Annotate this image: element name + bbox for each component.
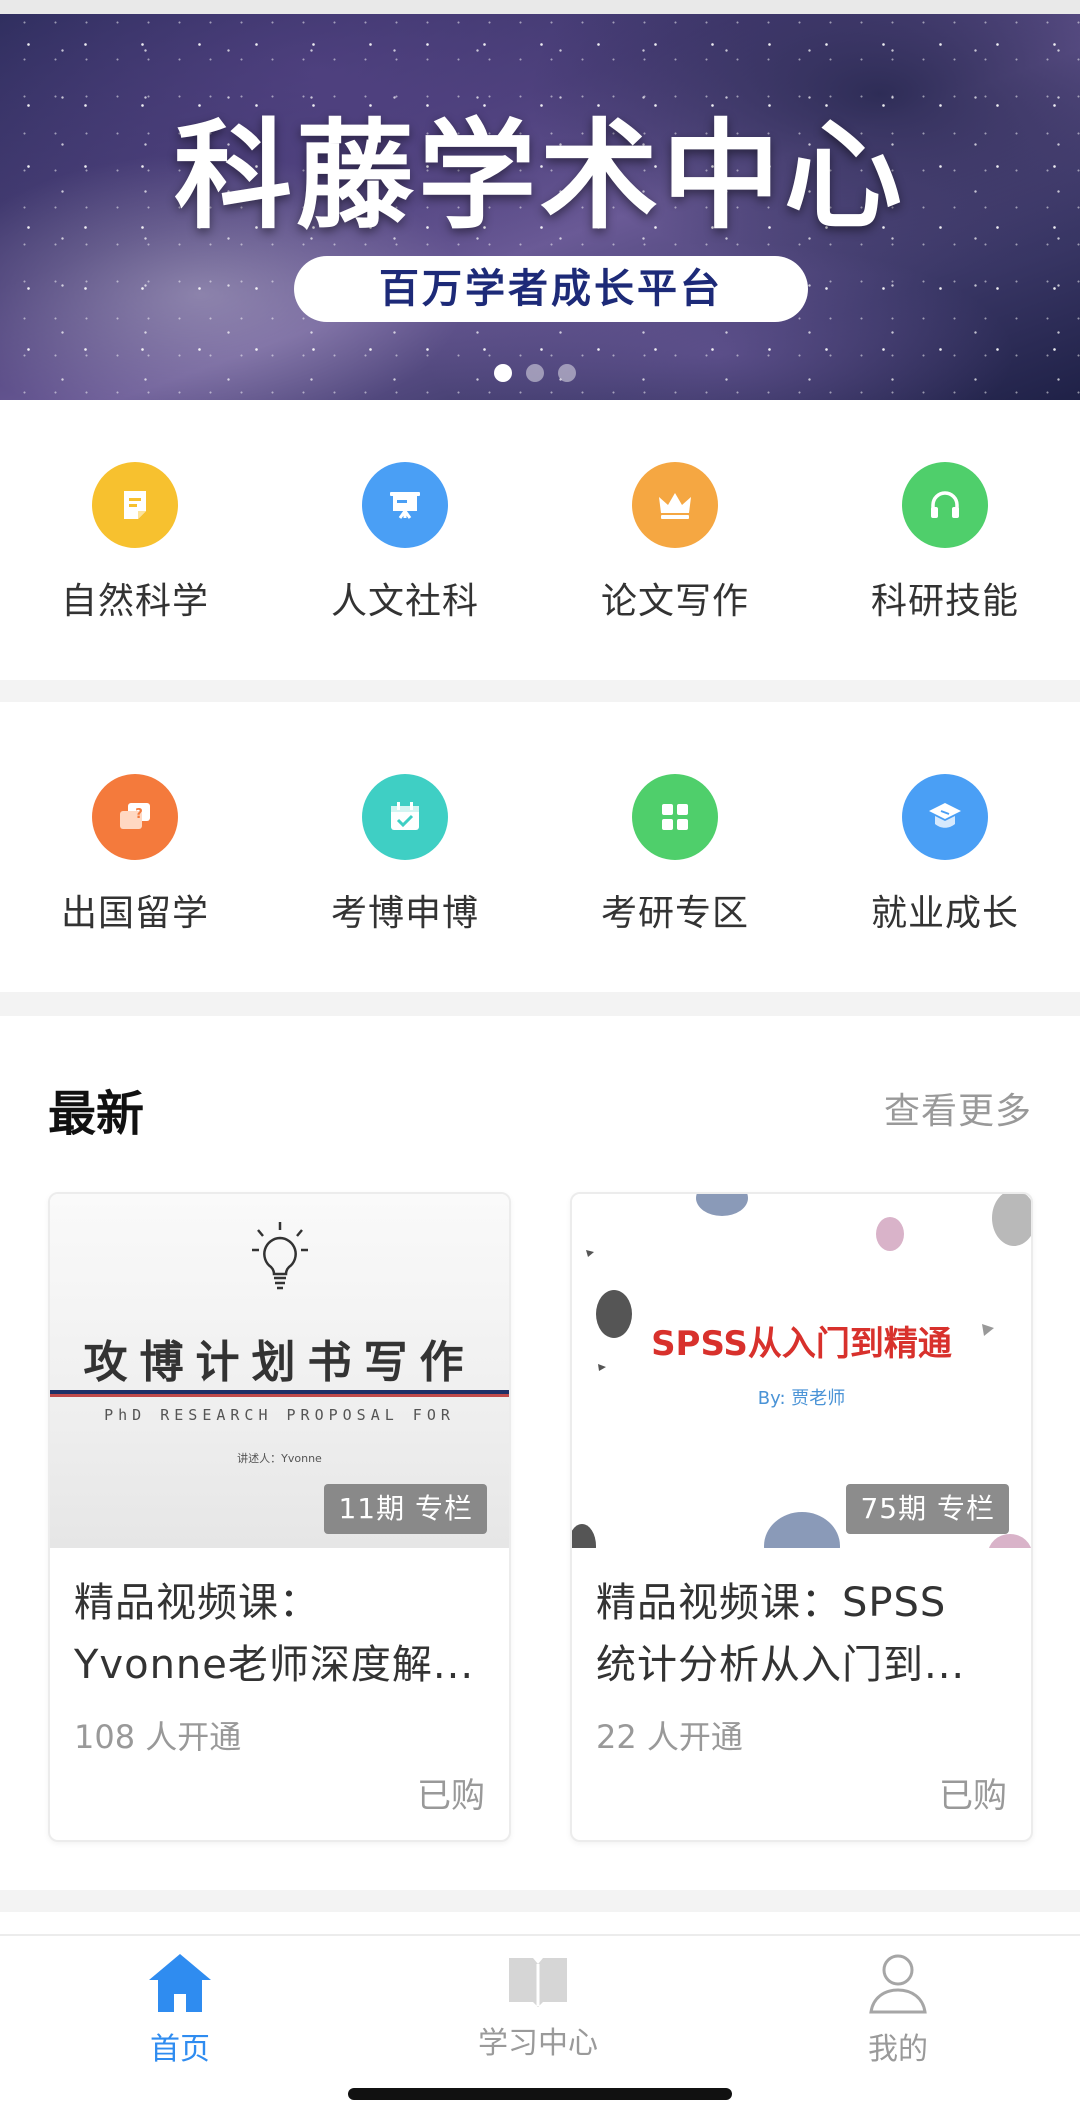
carousel-dot-1[interactable]	[494, 364, 512, 382]
tab-learning-center[interactable]: 学习中心	[438, 1950, 638, 2062]
home-indicator[interactable]	[348, 2088, 732, 2100]
category-study-abroad[interactable]: ? 出国留学	[0, 774, 270, 936]
user-icon	[869, 1954, 927, 2014]
section-divider	[0, 1890, 1080, 1912]
episode-badge: 11期 专栏	[324, 1484, 487, 1534]
headphones-icon	[902, 462, 988, 548]
purchase-status: 已购	[417, 1776, 485, 1816]
svg-text:?: ?	[135, 807, 143, 822]
course-title-line: 精品视频课：SPSS	[596, 1580, 947, 1626]
tab-home[interactable]: 首页	[80, 1950, 280, 2068]
cover-divider-accent	[50, 1394, 509, 1397]
category-research-skills[interactable]: 科研技能	[810, 462, 1080, 624]
category-natural-science[interactable]: 自然科学	[0, 462, 270, 624]
cover-title: 攻博计划书写作	[83, 1337, 476, 1388]
section-divider	[0, 680, 1080, 702]
section-divider	[0, 992, 1080, 1016]
category-label: 科研技能	[870, 581, 1019, 622]
tab-label: 学习中心	[478, 2026, 598, 2061]
crown-icon	[632, 462, 718, 548]
category-career-growth[interactable]: 就业成长	[810, 774, 1080, 936]
course-title-line: 精品视频课：	[74, 1580, 320, 1626]
course-cover-image: 攻博计划书写作 PhD RESEARCH PROPOSAL FOR 讲述人：Yv…	[50, 1194, 509, 1548]
view-more-link[interactable]: 查看更多	[884, 1082, 1032, 1134]
section-title: 最新	[48, 1086, 145, 1142]
category-label: 考研专区	[600, 893, 749, 934]
course-cover-image: SPSS从入门到精通 By: 贾老师 75期 专栏	[572, 1194, 1031, 1548]
purchase-status: 已购	[939, 1776, 1007, 1816]
category-label: 人文社科	[330, 581, 479, 622]
category-postgrad-exam[interactable]: 考研专区	[540, 774, 810, 936]
category-label: 出国留学	[60, 893, 209, 934]
subscriber-count: 22 人开通	[596, 1718, 743, 1756]
course-title-line: Yvonne老师深度解...	[74, 1642, 475, 1688]
carousel-indicator	[494, 364, 576, 384]
category-label: 就业成长	[870, 893, 1019, 934]
carousel-dot-2[interactable]	[526, 364, 544, 382]
grid-icon	[632, 774, 718, 860]
home-icon	[149, 1954, 211, 2012]
course-card[interactable]: SPSS从入门到精通 By: 贾老师 75期 专栏 精品视频课：SPSS 统计分…	[570, 1192, 1033, 1842]
category-humanities[interactable]: 人文社科	[270, 462, 540, 624]
course-title: 精品视频课： Yvonne老师深度解...	[74, 1572, 494, 1696]
cover-author: 讲述人：Yvonne	[237, 1452, 322, 1465]
cover-author: By: 贾老师	[757, 1388, 846, 1409]
category-section-1: 自然科学 人文社科 论文写作 科研技能	[0, 400, 1080, 680]
subscriber-count: 108 人开通	[74, 1718, 242, 1756]
cover-title: SPSS从入门到精通	[651, 1324, 952, 1364]
calendar-check-icon	[362, 774, 448, 860]
category-section-2: ? 出国留学 考博申博 考研专区 就业成长	[0, 702, 1080, 992]
latest-section-header: 最新 查看更多	[0, 1040, 1080, 1150]
question-chat-icon: ?	[92, 774, 178, 860]
course-card[interactable]: 攻博计划书写作 PhD RESEARCH PROPOSAL FOR 讲述人：Yv…	[48, 1192, 511, 1842]
book-icon	[509, 1958, 567, 2007]
tab-profile[interactable]: 我的	[798, 1950, 998, 2068]
category-label: 考博申博	[330, 893, 479, 934]
category-label: 论文写作	[600, 581, 749, 622]
graduation-cap-icon	[902, 774, 988, 860]
course-title-line: 统计分析从入门到...	[596, 1642, 966, 1688]
status-bar-strip	[0, 0, 1080, 14]
cover-subtitle: PhD RESEARCH PROPOSAL FOR	[104, 1406, 455, 1424]
banner-subtitle: 百万学者成长平台	[294, 256, 808, 322]
tab-label: 首页	[150, 2032, 210, 2067]
category-paper-writing[interactable]: 论文写作	[540, 462, 810, 624]
course-title: 精品视频课：SPSS 统计分析从入门到...	[596, 1572, 1016, 1696]
carousel-dot-3[interactable]	[558, 364, 576, 382]
note-icon	[92, 462, 178, 548]
category-label: 自然科学	[60, 581, 209, 622]
episode-badge: 75期 专栏	[846, 1484, 1009, 1534]
lightbulb-icon	[252, 1222, 308, 1290]
presentation-board-icon	[362, 462, 448, 548]
category-phd-application[interactable]: 考博申博	[270, 774, 540, 936]
banner-carousel[interactable]: 科藤学术中心 百万学者成长平台	[0, 14, 1080, 400]
banner-title: 科藤学术中心	[173, 107, 906, 245]
tab-label: 我的	[868, 2032, 928, 2067]
